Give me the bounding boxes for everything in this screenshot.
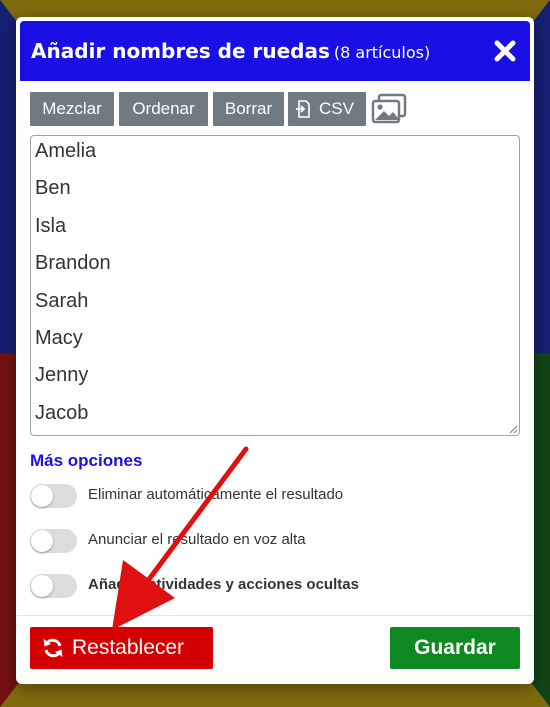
shuffle-button[interactable]: Mezclar [30,92,114,126]
more-options-heading: Más opciones [30,451,143,470]
toggle-knob [31,530,53,552]
name-entry: Ben [35,177,71,200]
add-names-dialog: Añadir nombres de ruedas (8 artículos) Me… [16,17,534,684]
file-import-icon [296,100,310,118]
csv-label: CSV [319,99,354,118]
announce-label: Anunciar el resultado en voz alta [88,531,306,548]
name-entry: Sarah [35,289,89,312]
clear-button[interactable]: Borrar [213,92,284,126]
reset-button[interactable]: Restablecer [30,627,213,669]
name-entry: Brandon [35,252,111,275]
item-count: (8 artículos) [333,43,431,62]
name-entry: Jacob [35,401,89,424]
hidden-actions-label: Añadir actividades y acciones ocultas [88,576,359,593]
reset-label: Restablecer [72,636,185,659]
close-icon[interactable] [490,33,520,67]
name-entry: Amelia [35,140,97,162]
hidden-actions-toggle[interactable] [30,574,77,598]
image-gallery-icon[interactable] [370,92,408,126]
announce-toggle[interactable] [30,529,77,553]
resize-handle-icon[interactable] [508,424,518,434]
auto-remove-toggle[interactable] [30,484,77,508]
name-entry: Jenny [35,364,89,387]
name-entry: Macy [35,326,83,349]
names-list: Amelia Ben Isla Brandon Sarah Macy Jenny Jacob [35,139,111,438]
toggle-knob [31,575,53,597]
auto-remove-label: Eliminar automáticamente el resultado [88,486,344,503]
sort-button[interactable]: Ordenar [119,92,208,126]
dialog-header: Añadir nombres de ruedas (8 artículos) [20,21,530,81]
save-button[interactable]: Guardar [390,627,520,669]
dialog-title: Añadir nombres de ruedas (8 artículos) [31,39,431,63]
names-textarea[interactable]: Amelia Ben Isla Brandon Sarah Macy Jenny Jacob [30,135,520,436]
name-entry: Isla [35,214,67,237]
refresh-icon [43,638,63,658]
csv-button[interactable]: CSV [288,92,366,126]
toggle-knob [31,485,53,507]
footer-divider [16,615,534,616]
